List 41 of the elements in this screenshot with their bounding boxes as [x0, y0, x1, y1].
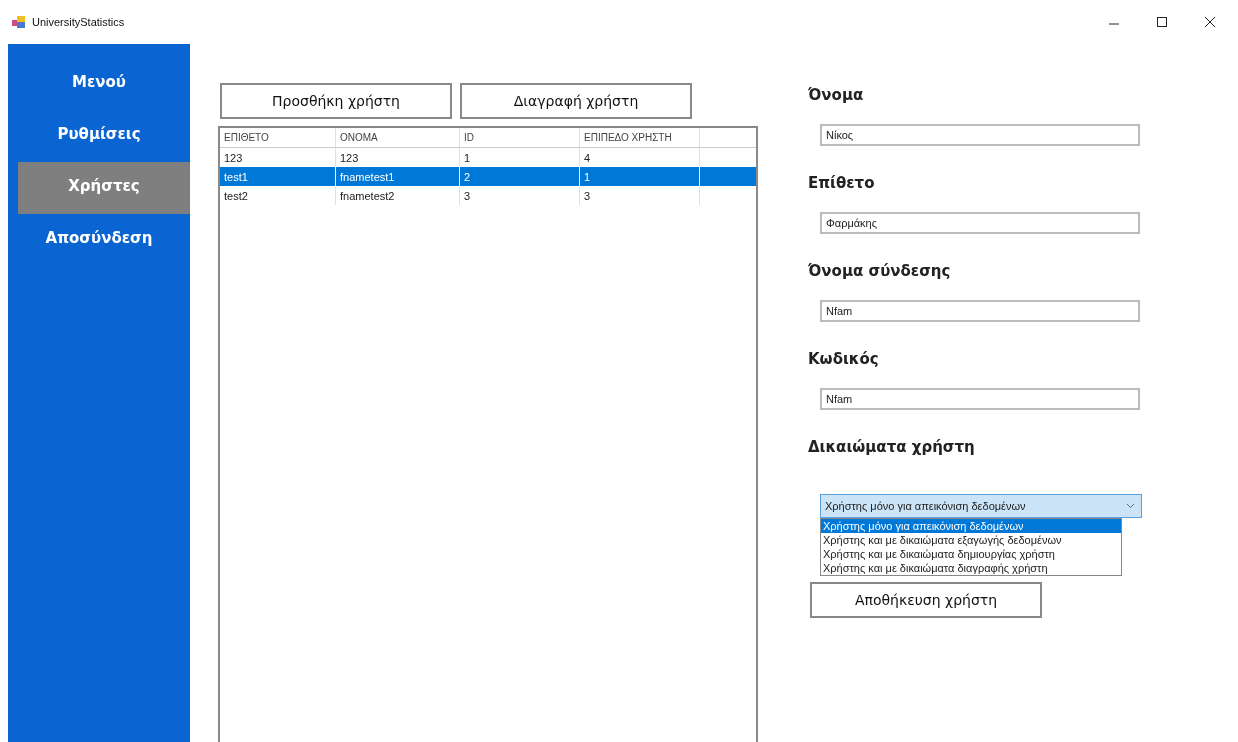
maximize-icon[interactable]: [1156, 16, 1168, 28]
table-cell: 1: [580, 167, 700, 186]
field-label: Κωδικός: [808, 350, 880, 370]
dropdown-option[interactable]: Χρήστης και με δικαιώματα διαγραφής χρήστη: [821, 561, 1121, 575]
sidebar-item[interactable]: Χρήστες: [18, 162, 190, 214]
column-header[interactable]: ΕΠΙΘΕΤΟ: [220, 128, 336, 147]
save-button[interactable]: Αποθήκευση χρήστη: [810, 582, 1042, 618]
dropdown[interactable]: Χρήστης μόνο για απεικόνιση δεδομένων: [820, 494, 1142, 518]
table-row[interactable]: test1 fnametest1 2 1: [220, 167, 756, 186]
input-field[interactable]: Nfam: [820, 388, 1140, 410]
table-cell: 3: [460, 186, 580, 205]
table-cell: fnametest2: [336, 186, 460, 205]
table-cell: 2: [460, 167, 580, 186]
field-label: Επίθετο: [808, 174, 876, 194]
dropdown-option[interactable]: Χρήστης και με δικαιώματα εξαγωγής δεδομένων: [821, 533, 1121, 547]
input-field[interactable]: Φαρμάκης: [820, 212, 1140, 234]
field-label: Όνομα σύνδεσης: [808, 262, 952, 282]
column-header[interactable]: ΕΠΙΠΕΔΟ ΧΡΗΣΤΗ: [580, 128, 700, 147]
chevron-icon: [1126, 503, 1135, 509]
table-cell: test2: [220, 186, 336, 205]
toolbar-button[interactable]: Προσθήκη χρήστη: [220, 83, 452, 119]
table-cell: test1: [220, 167, 336, 186]
table-row[interactable]: test2 fnametest2 3 3: [220, 186, 756, 205]
dropdown-value: Χρήστης μόνο για απεικόνιση δεδομένων: [825, 500, 1026, 512]
table-cell: fnametest1: [336, 167, 460, 186]
close-icon[interactable]: [1204, 16, 1216, 28]
input-field[interactable]: Νίκος: [820, 124, 1140, 146]
column-header[interactable]: ID: [460, 128, 580, 147]
sidebar-item[interactable]: Μενού: [8, 58, 190, 110]
dropdown-option[interactable]: Χρήστης μόνο για απεικόνιση δεδομένων: [821, 519, 1121, 533]
dropdown-option[interactable]: Χρήστης και με δικαιώματα δημιουργίας χρήστη: [821, 547, 1121, 561]
toolbar-button[interactable]: Διαγραφή χρήστη: [460, 83, 692, 119]
sidebar-item[interactable]: Ρυθμίσεις: [8, 110, 190, 162]
field-label: Δικαιώματα χρήστη: [808, 438, 976, 458]
app-icon: [12, 16, 26, 28]
window-title: UniversityStatistics: [32, 16, 125, 28]
table-cell: 3: [580, 186, 700, 205]
sidebar-item[interactable]: Αποσύνδεση: [8, 214, 190, 266]
column-header[interactable]: ΟΝΟΜΑ: [336, 128, 460, 147]
field-label: Όνομα: [808, 86, 865, 106]
input-field[interactable]: Nfam: [820, 300, 1140, 322]
